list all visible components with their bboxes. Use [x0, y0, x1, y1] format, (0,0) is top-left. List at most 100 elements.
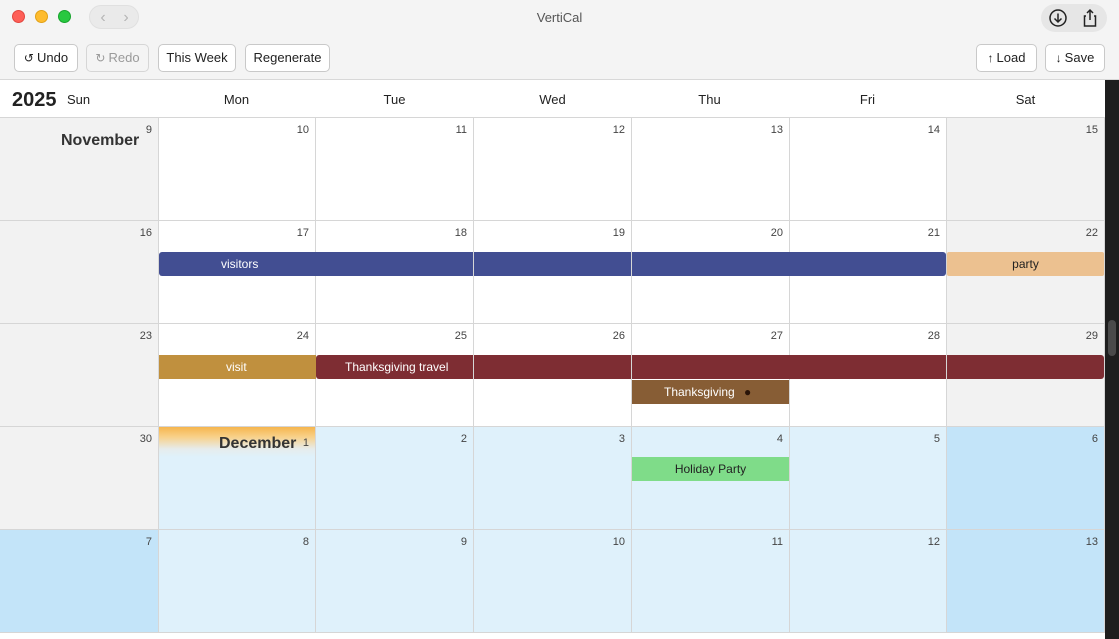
redo-label: Redo — [108, 50, 140, 65]
weekday-sat: Sat — [1015, 92, 1036, 107]
day-number: 15 — [1085, 124, 1098, 136]
day-number: 7 — [145, 536, 152, 548]
event-label: party — [1012, 257, 1039, 271]
toolbar: ↺ Undo ↻ Redo This Week Regenerate ↑ Load ↓… — [0, 36, 1119, 80]
event-label: Thanksgiving travel — [345, 360, 449, 374]
vertical-scrollbar[interactable] — [1105, 80, 1119, 639]
day-number: 17 — [296, 227, 309, 239]
day-number: 1 — [302, 437, 309, 449]
scrollbar-thumb[interactable] — [1108, 320, 1116, 356]
day-number: 18 — [454, 227, 467, 239]
day-number: 8 — [302, 536, 309, 548]
weekday-fri: Fri — [859, 92, 876, 107]
event-visitors[interactable]: visitors — [159, 252, 946, 276]
day-number: 12 — [612, 124, 625, 136]
event-label: Thanksgiving — [664, 385, 735, 399]
this-week-button[interactable]: This Week — [158, 44, 236, 72]
undo-icon: ↺ — [23, 51, 34, 65]
day-number: 26 — [612, 330, 625, 342]
load-icon: ↑ — [987, 51, 994, 65]
day-number: 12 — [927, 536, 940, 548]
event-thanksgiving[interactable]: Thanksgiving ● — [632, 380, 789, 404]
load-button[interactable]: ↑ Load — [976, 44, 1037, 72]
undo-button[interactable]: ↺ Undo — [14, 44, 78, 72]
event-divider — [631, 252, 632, 276]
event-divider — [946, 355, 947, 379]
weekday-tue: Tue — [383, 92, 406, 107]
day-cell[interactable]: 13 — [947, 530, 1105, 633]
day-cell[interactable]: 5 — [790, 427, 947, 530]
event-label: visit — [226, 360, 247, 374]
day-number: 3 — [618, 433, 625, 445]
day-number: 25 — [454, 330, 467, 342]
regenerate-label: Regenerate — [253, 50, 322, 65]
day-cell[interactable]: 10 — [159, 118, 316, 221]
share-icon[interactable] — [1079, 8, 1101, 28]
day-cell[interactable]: 11 — [316, 118, 474, 221]
event-thanksgiving-travel[interactable]: Thanksgiving travel — [316, 355, 1104, 379]
download-icon[interactable] — [1047, 8, 1069, 28]
day-cell[interactable]: 8 — [159, 530, 316, 633]
weekday-wed: Wed — [539, 92, 566, 107]
day-number: 20 — [770, 227, 783, 239]
event-divider — [473, 355, 474, 379]
day-cell[interactable]: 6 — [947, 427, 1105, 530]
day-number: 6 — [1091, 433, 1098, 445]
event-party[interactable]: party — [947, 252, 1104, 276]
this-week-label: This Week — [166, 50, 228, 65]
event-holiday-party[interactable]: Holiday Party — [632, 457, 789, 481]
day-cell[interactable]: 13 — [632, 118, 790, 221]
save-label: Save — [1064, 50, 1095, 65]
day-number: 13 — [770, 124, 783, 136]
day-number: 11 — [455, 124, 467, 136]
day-cell[interactable]: 12 — [474, 118, 632, 221]
regenerate-button[interactable]: Regenerate — [245, 44, 330, 72]
day-cell[interactable]: 9 — [316, 530, 474, 633]
save-button[interactable]: ↓ Save — [1045, 44, 1105, 72]
day-number: 23 — [139, 330, 152, 342]
redo-button[interactable]: ↻ Redo — [86, 44, 149, 72]
month-label: November — [61, 132, 140, 149]
event-visit[interactable]: visit — [159, 355, 316, 379]
day-number: 11 — [771, 536, 783, 548]
day-number: 9 — [145, 124, 152, 136]
day-number: 16 — [139, 227, 152, 239]
day-number: 14 — [927, 124, 940, 136]
day-cell[interactable]: 10 — [474, 530, 632, 633]
day-number: 10 — [612, 536, 625, 548]
weekday-header: 2025 Sun Mon Tue Wed Thu Fri Sat — [0, 80, 1105, 118]
day-number: 28 — [927, 330, 940, 342]
day-cell[interactable]: 2 — [316, 427, 474, 530]
day-cell[interactable]: December 1 — [159, 427, 316, 530]
day-cell[interactable]: 3 — [474, 427, 632, 530]
weekday-mon: Mon — [223, 92, 250, 107]
day-cell[interactable]: 16 — [0, 221, 159, 324]
month-label: December — [219, 435, 297, 452]
day-cell[interactable]: 7 — [0, 530, 159, 633]
year-label: 2025 — [12, 89, 57, 111]
day-cell[interactable]: November 9 — [0, 118, 159, 221]
event-label: Holiday Party — [674, 462, 747, 476]
event-divider — [631, 355, 632, 379]
day-number: 5 — [933, 433, 940, 445]
day-cell[interactable]: 14 — [790, 118, 947, 221]
day-number: 21 — [927, 227, 940, 239]
day-number: 4 — [776, 433, 783, 445]
event-divider — [473, 252, 474, 276]
day-number: 30 — [139, 433, 152, 445]
day-number: 27 — [770, 330, 783, 342]
day-cell[interactable]: 15 — [947, 118, 1105, 221]
day-cell[interactable]: 11 — [632, 530, 790, 633]
day-number: 10 — [296, 124, 309, 136]
day-cell[interactable]: 12 — [790, 530, 947, 633]
turkey-icon: ● — [744, 385, 752, 399]
day-number: 9 — [460, 536, 467, 548]
window-title: VertiCal — [536, 10, 583, 25]
day-number: 24 — [296, 330, 309, 342]
day-cell[interactable]: 23 — [0, 324, 159, 427]
undo-label: Undo — [36, 50, 69, 65]
weekday-thu: Thu — [698, 92, 721, 107]
save-icon: ↓ — [1055, 51, 1062, 65]
title-bar: ‹ › VertiCal — [0, 0, 1119, 36]
day-cell[interactable]: 30 — [0, 427, 159, 530]
